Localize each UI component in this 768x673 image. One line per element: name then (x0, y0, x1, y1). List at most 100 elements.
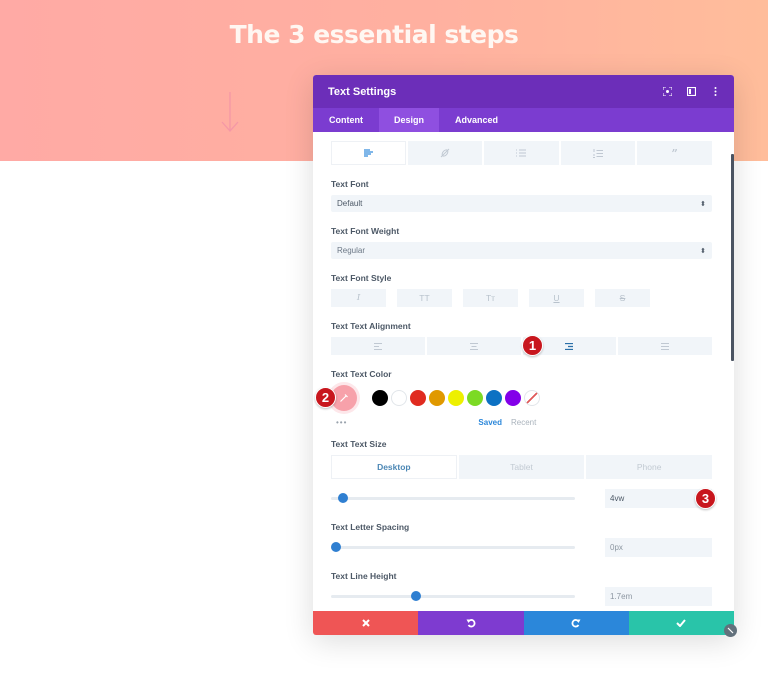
link-icon (440, 148, 450, 158)
quote-icon: ” (671, 146, 678, 160)
color-picker-row: 2 (315, 385, 712, 411)
resize-handle[interactable] (724, 624, 737, 637)
text-font-weight-value: Regular (337, 246, 366, 255)
strikethrough-button[interactable]: S (595, 289, 650, 307)
text-size-slider-thumb[interactable] (338, 493, 349, 503)
more-colors-icon[interactable]: ••• (336, 418, 347, 427)
letter-spacing-slider-thumb[interactable] (330, 542, 341, 552)
swatch-black[interactable] (372, 390, 388, 406)
fullscreen-icon[interactable] (662, 87, 672, 97)
undo-icon (466, 619, 476, 628)
align-center-button[interactable] (426, 337, 521, 355)
tab-content[interactable]: Content (313, 108, 379, 132)
paragraph-tab[interactable] (331, 141, 406, 165)
line-height-label: Text Line Height (331, 571, 397, 581)
scrollbar[interactable] (731, 154, 734, 361)
text-font-weight-select[interactable]: Regular ⬍ (331, 242, 712, 259)
hero-title: The 3 essential steps (229, 20, 519, 49)
text-size-slider[interactable] (331, 493, 575, 503)
unordered-list-icon (516, 149, 527, 157)
select-arrows-icon: ⬍ (700, 247, 706, 255)
ordered-list-tab[interactable] (560, 141, 636, 165)
letter-spacing-row: 0px (330, 538, 712, 557)
modal-body: ” Text Font Default ⬍ Text Font Weight R… (313, 132, 734, 635)
discard-button[interactable] (313, 611, 419, 635)
uppercase-icon: TT (419, 293, 430, 303)
modal-footer (313, 611, 734, 635)
recent-colors-tab[interactable]: Recent (511, 418, 536, 427)
line-height-input[interactable]: 1.7em (605, 587, 712, 606)
text-alignment-options: 1 (331, 335, 712, 356)
modal-header[interactable]: Text Settings (313, 75, 734, 108)
text-color-label: Text Text Color (331, 369, 392, 379)
capitalize-button[interactable]: Tт (463, 289, 518, 307)
text-type-tabs: ” (331, 141, 712, 165)
align-left-icon (373, 342, 382, 350)
strikethrough-icon: S (619, 293, 626, 303)
undo-button[interactable] (418, 611, 524, 635)
text-font-label: Text Font (331, 179, 369, 189)
underline-button[interactable]: U (529, 289, 584, 307)
uppercase-button[interactable]: TT (397, 289, 452, 307)
underline-icon: U (553, 293, 560, 303)
modal-title: Text Settings (328, 85, 397, 98)
eyedropper-icon (340, 394, 348, 402)
letter-spacing-label: Text Letter Spacing (331, 522, 410, 532)
no-color-swatch[interactable] (524, 390, 540, 406)
paragraph-align-icon (363, 149, 373, 157)
more-vertical-icon[interactable] (710, 87, 720, 97)
letter-spacing-input[interactable]: 0px (605, 538, 712, 557)
link-tab[interactable] (407, 141, 483, 165)
letter-spacing-slider[interactable] (330, 542, 575, 552)
step-badge-1: 1 (522, 335, 543, 356)
unordered-list-tab[interactable] (484, 141, 559, 165)
ordered-list-icon (593, 148, 604, 158)
check-icon (676, 619, 687, 627)
align-justify-icon (661, 342, 670, 350)
modal-tabs: Content Design Advanced (313, 108, 734, 132)
text-settings-modal: Text Settings Content Design Advanced ” … (313, 75, 734, 635)
color-swatches (372, 390, 540, 406)
split-view-icon[interactable] (686, 87, 696, 97)
align-right-icon (565, 342, 574, 350)
swatch-red[interactable] (410, 390, 426, 406)
swatch-orange[interactable] (429, 390, 445, 406)
line-height-row: 1.7em (331, 587, 712, 606)
saved-colors-tab[interactable]: Saved (478, 418, 502, 427)
text-font-select[interactable]: Default ⬍ (331, 195, 712, 212)
close-icon (361, 619, 370, 627)
swatch-yellow[interactable] (448, 390, 464, 406)
text-alignment-label: Text Text Alignment (331, 321, 411, 331)
save-button[interactable] (628, 611, 734, 635)
text-font-value: Default (337, 199, 363, 208)
step-badge-2: 2 (315, 387, 336, 408)
align-left-button[interactable] (331, 337, 425, 355)
capitalize-icon: Tт (485, 293, 496, 303)
tab-tablet[interactable]: Tablet (458, 455, 585, 479)
line-height-slider[interactable] (331, 591, 575, 601)
tab-desktop[interactable]: Desktop (331, 455, 457, 479)
resize-icon (727, 627, 734, 634)
text-size-row: 4vw 3 (331, 488, 716, 509)
select-arrows-icon: ⬍ (700, 200, 706, 208)
text-font-style-label: Text Font Style (331, 273, 392, 283)
tab-phone[interactable]: Phone (586, 455, 713, 479)
redo-button[interactable] (523, 611, 629, 635)
arrow-down-icon (221, 92, 239, 132)
italic-button[interactable]: I (331, 289, 386, 307)
swatch-purple[interactable] (505, 390, 521, 406)
swatch-blue[interactable] (486, 390, 502, 406)
device-tabs: Desktop Tablet Phone (331, 455, 713, 479)
page: The 3 essential steps Text Settings Cont… (0, 0, 768, 673)
align-justify-button[interactable] (618, 337, 712, 355)
tab-advanced[interactable]: Advanced (439, 108, 514, 132)
text-size-label: Text Text Size (331, 439, 387, 449)
font-style-options: I TT Tт U S (331, 289, 712, 307)
redo-icon (571, 619, 581, 628)
color-meta-row: ••• Saved Recent (331, 415, 712, 429)
swatch-white[interactable] (391, 390, 407, 406)
tab-design[interactable]: Design (379, 108, 440, 132)
swatch-green[interactable] (467, 390, 483, 406)
quote-tab[interactable]: ” (637, 141, 712, 165)
line-height-slider-thumb[interactable] (411, 591, 422, 601)
